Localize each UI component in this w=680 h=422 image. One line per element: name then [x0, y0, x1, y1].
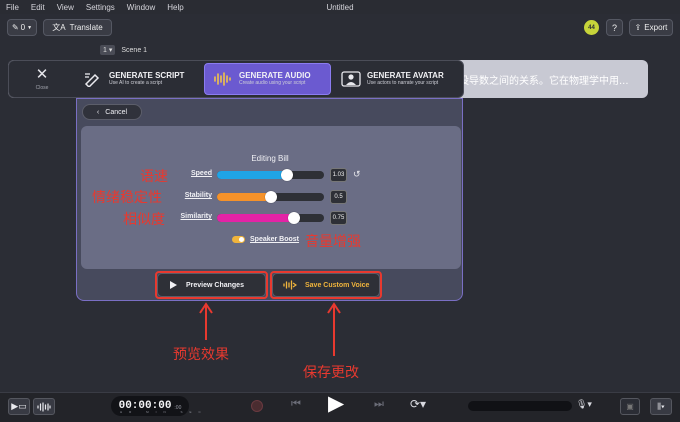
tab-subtitle: Create audio using your script — [239, 80, 306, 87]
cancel-label: Cancel — [105, 108, 128, 116]
menu-edit[interactable]: Edit — [25, 3, 51, 12]
chevron-left-icon: ‹ — [96, 108, 100, 116]
tab-title: GENERATE SCRIPT — [109, 70, 185, 80]
preview-window-icon: ▣ — [626, 402, 634, 411]
similarity-handle[interactable] — [288, 212, 300, 224]
annotation-preview: 预览效果 — [173, 347, 229, 363]
arrow-up-save-icon — [327, 302, 341, 356]
speed-value-field[interactable]: 1.03 — [330, 168, 347, 182]
video-track-button[interactable]: ▶▭ — [8, 398, 30, 415]
scene-number-select[interactable]: 1 ▾ — [100, 45, 116, 55]
pen-tool-button[interactable]: ✎ 0 ▼ — [7, 19, 37, 36]
script-text[interactable]: 没导数之间的关系。它在物理学中用... — [459, 72, 629, 87]
pencil-icon: ✎ — [11, 23, 19, 32]
translate-label: Translate — [69, 23, 103, 32]
export-label: Export — [644, 23, 668, 32]
highlight-frame-preview — [155, 271, 268, 299]
reset-icon[interactable]: ↺ — [353, 169, 361, 180]
translate-button[interactable]: 文A Translate — [43, 19, 112, 36]
record-icon[interactable] — [251, 400, 263, 412]
scene-header: 1 ▾ Scene 1 — [100, 44, 147, 56]
mixer-button[interactable]: ⫼▾ — [650, 398, 672, 415]
tab-subtitle: Use AI to create a script — [109, 80, 163, 87]
close-icon: ✕ — [35, 66, 49, 83]
credits-badge[interactable]: 44 — [584, 20, 599, 35]
timecode-units: HR MIN SEC — [120, 410, 208, 414]
menu-view[interactable]: View — [51, 3, 80, 12]
stability-fill — [217, 193, 271, 201]
annotation-save: 保存更改 — [303, 365, 359, 381]
tab-generate-audio[interactable]: GENERATE AUDIO Create audio using your s… — [204, 63, 331, 95]
microphone-icon[interactable]: 🎙▾ — [576, 399, 592, 410]
stability-slider[interactable] — [217, 191, 324, 203]
similarity-value-field[interactable]: 0.75 — [330, 211, 347, 225]
annotation-speed: 语速 — [140, 169, 168, 185]
scene-label: Scene 1 — [121, 46, 148, 54]
waveform-icon — [214, 72, 231, 86]
tab-generate-avatar[interactable]: GENERATE AVATAR Use actors to narrate yo… — [333, 63, 461, 95]
stability-handle[interactable] — [265, 191, 277, 203]
close-label: Close — [35, 85, 49, 91]
export-icon: ⇪ — [634, 23, 642, 32]
tab-generate-script[interactable]: GENERATE SCRIPT Use AI to create a scrip… — [75, 63, 200, 95]
skip-back-icon[interactable]: ⏮ — [291, 398, 301, 411]
speed-handle[interactable] — [281, 169, 293, 181]
speaker-boost-label: Speaker Boost — [250, 236, 300, 243]
avatar-icon — [341, 71, 361, 87]
editing-title: Editing Bill — [251, 154, 289, 163]
tab-title: GENERATE AUDIO — [239, 70, 311, 80]
annotation-similarity: 相似度 — [123, 212, 165, 228]
video-icon: ▶▭ — [11, 401, 27, 411]
close-button[interactable]: ✕ Close — [20, 64, 64, 94]
tab-title: GENERATE AVATAR — [367, 70, 444, 80]
menu-window[interactable]: Window — [121, 3, 161, 12]
menu-bar: File Edit View Settings Window Help Unti… — [0, 0, 680, 14]
arrow-up-preview-icon — [199, 302, 213, 340]
similarity-fill — [217, 214, 294, 222]
toolbar: ✎ 0 ▼ 文A Translate 44 ? ⇪ Export — [0, 14, 680, 42]
menu-settings[interactable]: Settings — [80, 3, 121, 12]
tab-subtitle: Use actors to narrate your script — [367, 80, 439, 87]
similarity-slider[interactable] — [217, 212, 324, 224]
annotation-boost: 音量增强 — [305, 234, 361, 250]
pen-count: 0 — [20, 23, 26, 32]
skip-forward-icon[interactable]: ⏭ — [374, 398, 384, 411]
export-button[interactable]: ⇪ Export — [629, 19, 673, 36]
waveform-icon — [37, 401, 51, 412]
chevron-down-icon: ▼ — [27, 24, 33, 31]
menu-file[interactable]: File — [0, 3, 25, 12]
loop-icon[interactable]: ⟳▾ — [410, 397, 426, 411]
sliders-icon: ⫼▾ — [657, 401, 665, 411]
play-button[interactable]: ▶ — [328, 393, 344, 414]
pen-ai-icon — [84, 73, 100, 87]
speaker-boost-toggle[interactable]: Speaker Boost — [232, 236, 299, 243]
speed-fill — [217, 171, 287, 179]
speed-slider[interactable] — [217, 169, 324, 181]
translate-icon: 文A — [52, 23, 66, 32]
cancel-button[interactable]: ‹ Cancel — [82, 104, 142, 120]
stability-value-field[interactable]: 0.5 — [330, 190, 347, 204]
playback-progress[interactable] — [468, 401, 572, 411]
audio-track-button[interactable] — [33, 398, 55, 415]
toggle-switch[interactable] — [232, 236, 245, 243]
highlight-frame-save — [270, 271, 382, 299]
annotation-stability: 情绪稳定性 — [92, 190, 162, 206]
preview-window-button[interactable]: ▣ — [620, 398, 640, 415]
help-button[interactable]: ? — [606, 19, 623, 36]
menu-help[interactable]: Help — [161, 3, 189, 12]
